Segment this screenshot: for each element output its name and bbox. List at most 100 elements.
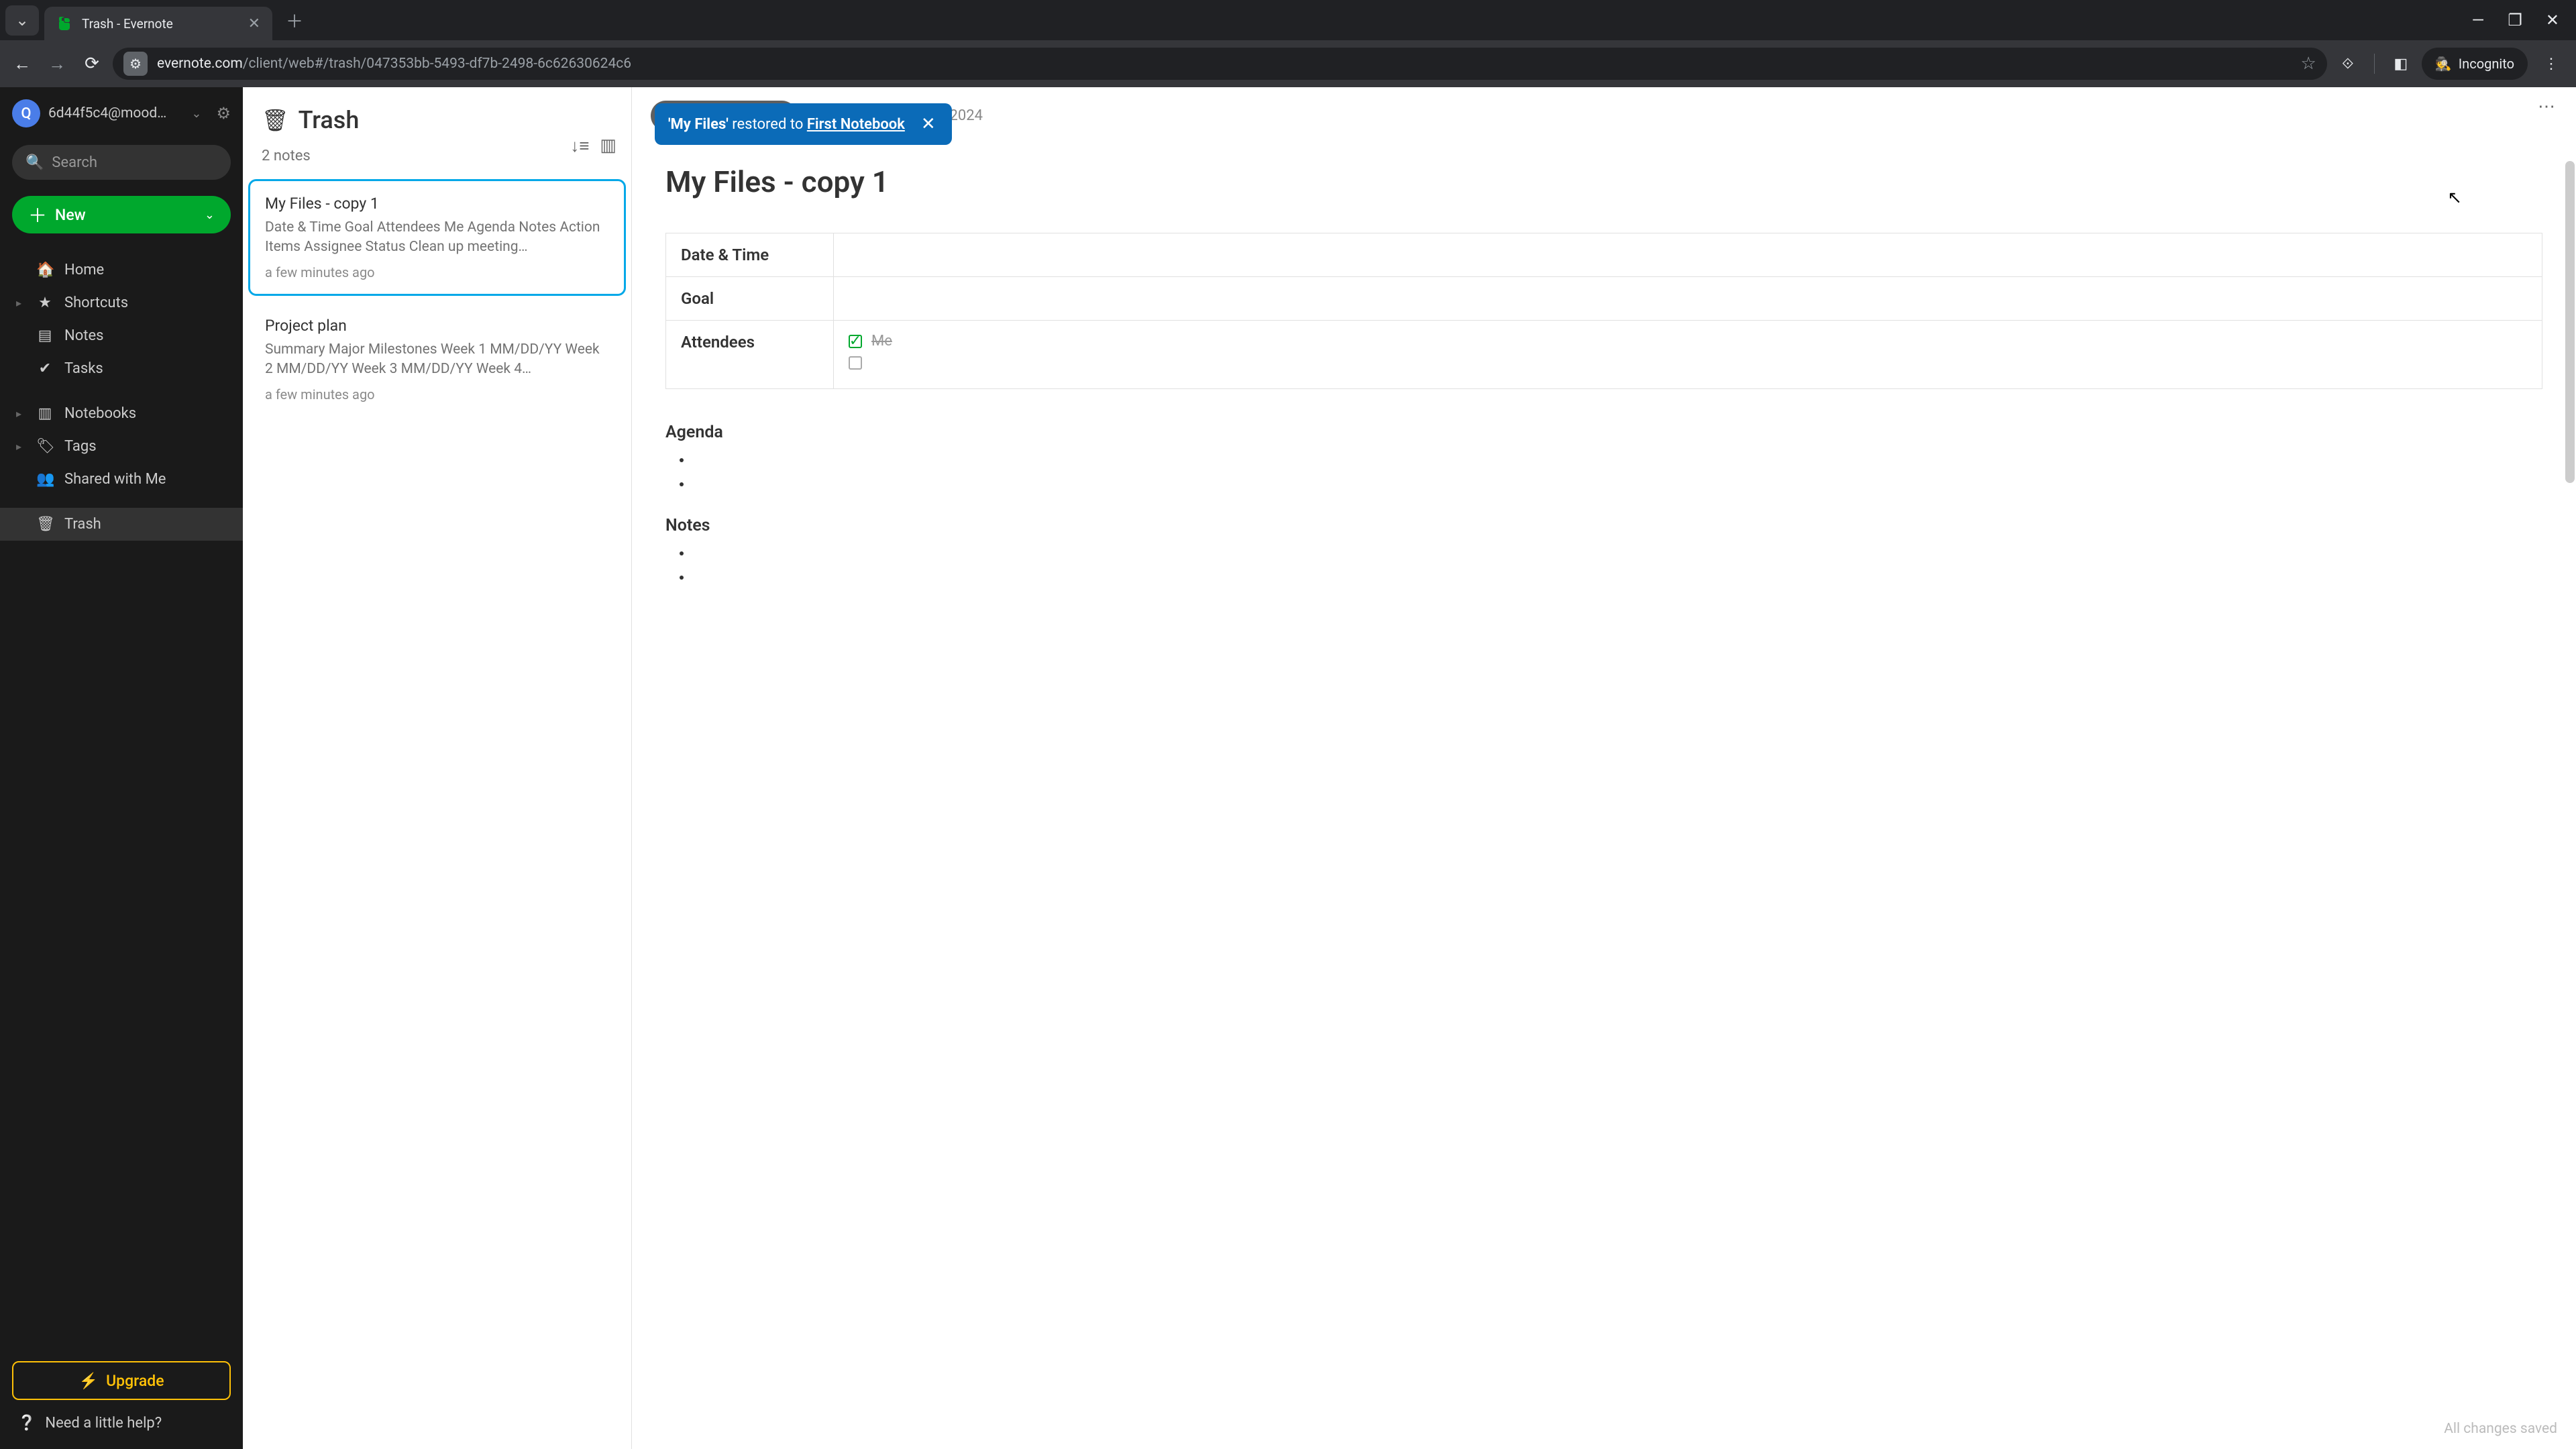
- upgrade-label: Upgrade: [106, 1372, 164, 1390]
- caret-icon: ▸: [16, 297, 25, 309]
- sidebar-item-notebooks[interactable]: ▸▥ Notebooks: [0, 397, 243, 430]
- site-info-button[interactable]: ⚙: [123, 52, 148, 76]
- view-toggle-button[interactable]: ▥: [600, 136, 616, 156]
- new-tab-button[interactable]: ＋: [286, 8, 303, 33]
- help-icon: ❔: [17, 1415, 36, 1432]
- reload-button[interactable]: ⟳: [78, 50, 106, 78]
- tab-title: Trash - Evernote: [82, 16, 239, 32]
- sidebar-item-trash[interactable]: 🗑 Trash: [0, 508, 243, 541]
- bookmark-star-icon[interactable]: ☆: [2301, 54, 2316, 74]
- note-card[interactable]: Project plan Summary Major Milestones We…: [248, 301, 626, 418]
- note-more-button[interactable]: ⋯: [2538, 97, 2557, 117]
- chevron-down-icon: ⌄: [205, 208, 215, 222]
- checkbox-checked-icon[interactable]: ✓: [849, 335, 862, 348]
- attendee-me: Me: [871, 333, 892, 350]
- star-icon: ★: [36, 294, 54, 311]
- trash-icon: 🗑: [262, 107, 289, 133]
- toast-notebook-link[interactable]: First Notebook: [807, 116, 905, 133]
- browser-titlebar: ⌄ Trash - Evernote ✕ ＋ — ❐ ✕: [0, 0, 2576, 40]
- chevron-down-icon: ⌄: [191, 107, 201, 121]
- scrollbar-thumb[interactable]: [2565, 161, 2575, 483]
- home-icon: 🏠: [36, 262, 54, 278]
- search-input[interactable]: 🔍 Search: [12, 145, 231, 180]
- upgrade-button[interactable]: ⚡ Upgrade: [12, 1361, 231, 1400]
- extensions-button[interactable]: ⟐: [2334, 50, 2362, 78]
- sidebar-item-tasks[interactable]: ✔ Tasks: [0, 352, 243, 385]
- scrollbar-track[interactable]: [2565, 161, 2575, 765]
- incognito-badge[interactable]: 🕵 Incognito: [2422, 48, 2528, 80]
- incognito-label: Incognito: [2459, 56, 2514, 72]
- back-button[interactable]: ←: [8, 50, 36, 78]
- window-minimize-button[interactable]: —: [2472, 11, 2485, 30]
- account-switcher[interactable]: Q 6d44f5c4@mood… ⌄ ⚙: [0, 99, 243, 140]
- note-card-title: Project plan: [265, 317, 609, 335]
- sidebar: Q 6d44f5c4@mood… ⌄ ⚙ 🔍 Search ＋ New ⌄ 🏠 …: [0, 87, 243, 1449]
- incognito-icon: 🕵: [2435, 56, 2452, 72]
- note-list-panel: 🗑 Trash 2 notes ↓≡ ▥ My Files - copy 1 D…: [243, 87, 632, 1449]
- lightning-icon: ⚡: [78, 1372, 98, 1390]
- meta-goal-value[interactable]: [834, 277, 2542, 321]
- settings-gear-icon[interactable]: ⚙: [216, 104, 231, 123]
- meta-datetime-label: Date & Time: [666, 233, 834, 277]
- window-close-button[interactable]: ✕: [2546, 11, 2559, 30]
- meta-datetime-value[interactable]: [834, 233, 2542, 277]
- meta-attendees-label: Attendees: [666, 321, 834, 389]
- new-label: New: [55, 206, 86, 224]
- window-maximize-button[interactable]: ❐: [2508, 11, 2522, 30]
- meta-goal-label: Goal: [666, 277, 834, 321]
- browser-tab[interactable]: Trash - Evernote ✕: [44, 7, 272, 40]
- note-card[interactable]: My Files - copy 1 Date & Time Goal Atten…: [248, 179, 626, 296]
- sidebar-item-label: Trash: [64, 516, 101, 533]
- sidebar-item-label: Shortcuts: [64, 294, 128, 311]
- tab-close-button[interactable]: ✕: [248, 15, 260, 32]
- tags-icon: 🏷: [36, 438, 54, 455]
- address-bar[interactable]: ⚙ evernote.com/client/web#/trash/047353b…: [113, 48, 2327, 80]
- search-icon: 🔍: [25, 154, 44, 171]
- evernote-favicon-icon: [56, 15, 72, 32]
- sidebar-item-tags[interactable]: ▸ 🏷 Tags: [0, 430, 243, 463]
- restore-toast: 'My Files' restored to First Notebook ✕: [655, 103, 952, 145]
- note-card-time: a few minutes ago: [265, 386, 609, 402]
- note-body: My Files - copy 1 Date & Time Goal Atten…: [632, 144, 2576, 613]
- search-placeholder: Search: [52, 154, 97, 171]
- list-item[interactable]: [692, 451, 2542, 472]
- sidebar-nav: 🏠 Home ▸ ★ Shortcuts ▤ Notes ✔ Tasks ▸ ▥ N…: [0, 244, 243, 550]
- new-button[interactable]: ＋ New ⌄: [12, 196, 231, 233]
- sidebar-item-label: Tags: [64, 438, 97, 455]
- note-card-title: My Files - copy 1: [265, 195, 609, 213]
- note-title[interactable]: My Files - copy 1: [665, 164, 2542, 199]
- browser-menu-button[interactable]: ⋮: [2534, 56, 2568, 72]
- list-item[interactable]: [692, 569, 2542, 589]
- trash-icon: 🗑: [36, 516, 54, 533]
- avatar: Q: [12, 99, 40, 127]
- meta-attendees-value[interactable]: ✓ Me: [834, 321, 2542, 389]
- list-item[interactable]: [692, 476, 2542, 496]
- list-item[interactable]: [692, 545, 2542, 565]
- toast-text: 'My Files' restored to First Notebook: [668, 116, 905, 133]
- notes-heading: Notes: [665, 516, 2542, 535]
- url-text: evernote.com/client/web#/trash/047353bb-…: [157, 56, 2292, 72]
- plus-icon: ＋: [28, 201, 47, 228]
- tasks-icon: ✔: [36, 360, 54, 377]
- sidebar-item-notes[interactable]: ▤ Notes: [0, 319, 243, 352]
- caret-icon: ▸: [16, 407, 25, 420]
- agenda-list[interactable]: [665, 451, 2542, 496]
- list-title: Trash: [299, 106, 360, 134]
- sidebar-item-shared[interactable]: 👥 Shared with Me: [0, 463, 243, 496]
- sort-button[interactable]: ↓≡: [570, 136, 589, 156]
- help-link[interactable]: ❔ Need a little help?: [12, 1400, 231, 1437]
- forward-button[interactable]: →: [43, 50, 71, 78]
- side-panel-button[interactable]: ◧: [2387, 50, 2415, 78]
- toolbar-divider: [2374, 54, 2375, 74]
- tab-search-button[interactable]: ⌄: [5, 5, 39, 36]
- notes-list[interactable]: [665, 545, 2542, 589]
- toast-close-button[interactable]: ✕: [918, 114, 938, 134]
- caret-icon: ▸: [16, 440, 25, 453]
- sidebar-item-label: Home: [64, 262, 104, 278]
- sidebar-item-home[interactable]: 🏠 Home: [0, 254, 243, 286]
- checkbox-empty-icon[interactable]: [849, 356, 862, 370]
- notebooks-icon: ▥: [36, 405, 54, 422]
- sidebar-item-shortcuts[interactable]: ▸ ★ Shortcuts: [0, 286, 243, 319]
- sidebar-item-label: Notes: [64, 327, 103, 344]
- note-list: My Files - copy 1 Date & Time Goal Atten…: [243, 176, 631, 1449]
